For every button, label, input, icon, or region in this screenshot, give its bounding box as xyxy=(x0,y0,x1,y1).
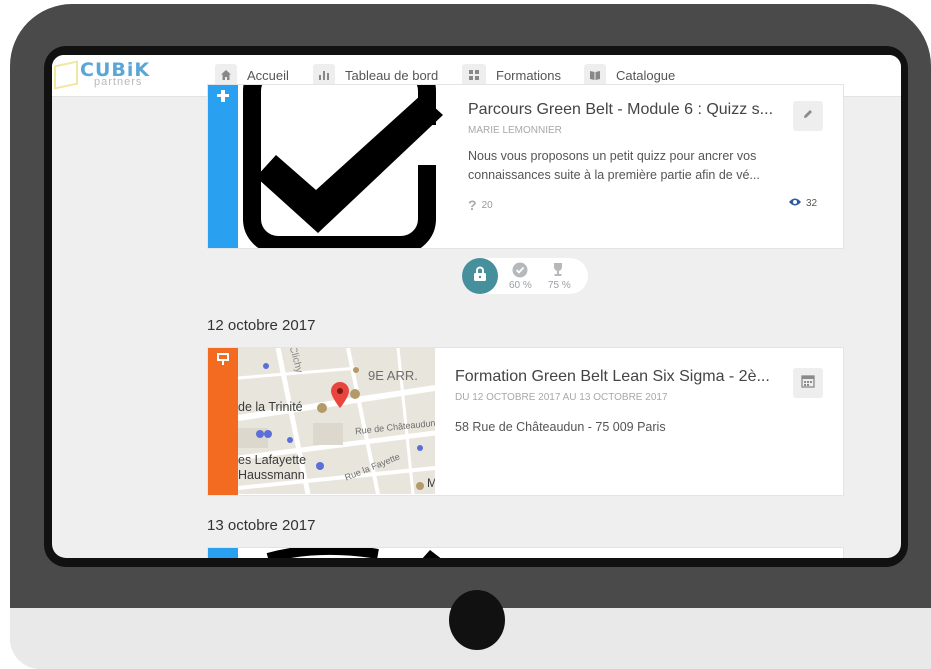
session-card-title[interactable]: Formation Green Belt Lean Six Sigma - 2è… xyxy=(455,368,770,386)
quiz-card-strip xyxy=(208,85,238,248)
quiz-checkmark-thumbnail xyxy=(238,85,463,248)
lock-icon xyxy=(473,266,487,287)
success-percentage: 60 % xyxy=(509,280,532,291)
date-heading: 12 octobre 2017 xyxy=(207,317,316,334)
grid-icon xyxy=(462,64,486,86)
book-icon xyxy=(584,64,606,86)
location-map[interactable]: 9E ARR. de la Trinité Rue de Châteaudun … xyxy=(238,348,435,494)
question-icon: ? xyxy=(468,197,477,213)
map-label-arrondissement: 9E ARR. xyxy=(368,368,418,383)
map-label-m: M xyxy=(427,476,435,490)
session-card-strip xyxy=(208,348,238,495)
session-card[interactable]: 9E ARR. de la Trinité Rue de Châteaudun … xyxy=(207,347,844,496)
map-label-trinite: de la Trinité xyxy=(238,400,303,414)
puzzle-icon xyxy=(215,89,231,105)
trophy-percentage: 75 % xyxy=(548,280,571,291)
lock-button[interactable] xyxy=(462,258,498,294)
map-pin-icon[interactable] xyxy=(331,382,349,413)
calendar-icon xyxy=(801,374,815,393)
nav-item-label: Tableau de bord xyxy=(345,67,439,83)
presentation-board-icon xyxy=(215,352,231,368)
quiz-card[interactable]: Parcours Green Belt - Module 6 : Quizz s… xyxy=(207,84,844,249)
bar-chart-icon xyxy=(313,64,335,86)
session-card-address: 58 Rue de Châteaudun - 75 009 Paris xyxy=(455,420,666,434)
map-label-lafayette: es Lafayette xyxy=(238,453,307,467)
question-count: ? 20 xyxy=(468,197,493,213)
home-icon xyxy=(215,64,237,86)
view-count: 32 xyxy=(788,197,817,210)
logo-cube-icon xyxy=(54,60,78,90)
question-count-value: 20 xyxy=(481,199,493,211)
quiz-card-description: Nous vous proposons un petit quizz pour … xyxy=(468,149,760,182)
nav-item-label: Accueil xyxy=(247,67,289,83)
quiz-checkmark-thumbnail xyxy=(266,548,441,558)
progress-indicator: 60 % 75 % xyxy=(462,258,588,294)
quiz-card-strip xyxy=(208,548,238,558)
screen: CUBiK partners Accueil Tableau de bord F… xyxy=(52,55,901,558)
date-heading: 13 octobre 2017 xyxy=(207,517,316,534)
view-count-value: 32 xyxy=(806,198,818,209)
map-label-haussmann: Haussmann xyxy=(238,468,305,482)
session-card-dates: DU 12 OCTOBRE 2017 AU 13 OCTOBRE 2017 xyxy=(455,392,668,403)
nav-item-label: Catalogue xyxy=(616,67,676,83)
calendar-button[interactable] xyxy=(793,368,823,398)
nav-item-label: Formations xyxy=(496,67,562,83)
quiz-card-author: MARIE LEMONNIER xyxy=(468,125,562,136)
logo-subtext: partners xyxy=(94,76,143,88)
edit-button[interactable] xyxy=(793,101,823,131)
tablet-home-button xyxy=(449,590,505,650)
pencil-icon xyxy=(802,107,814,125)
quiz-card-title[interactable]: Parcours Green Belt - Module 6 : Quizz s… xyxy=(468,101,773,119)
logo[interactable]: CUBiK partners xyxy=(54,59,174,91)
quiz-card-partial[interactable] xyxy=(207,547,844,558)
eye-icon xyxy=(788,197,802,210)
